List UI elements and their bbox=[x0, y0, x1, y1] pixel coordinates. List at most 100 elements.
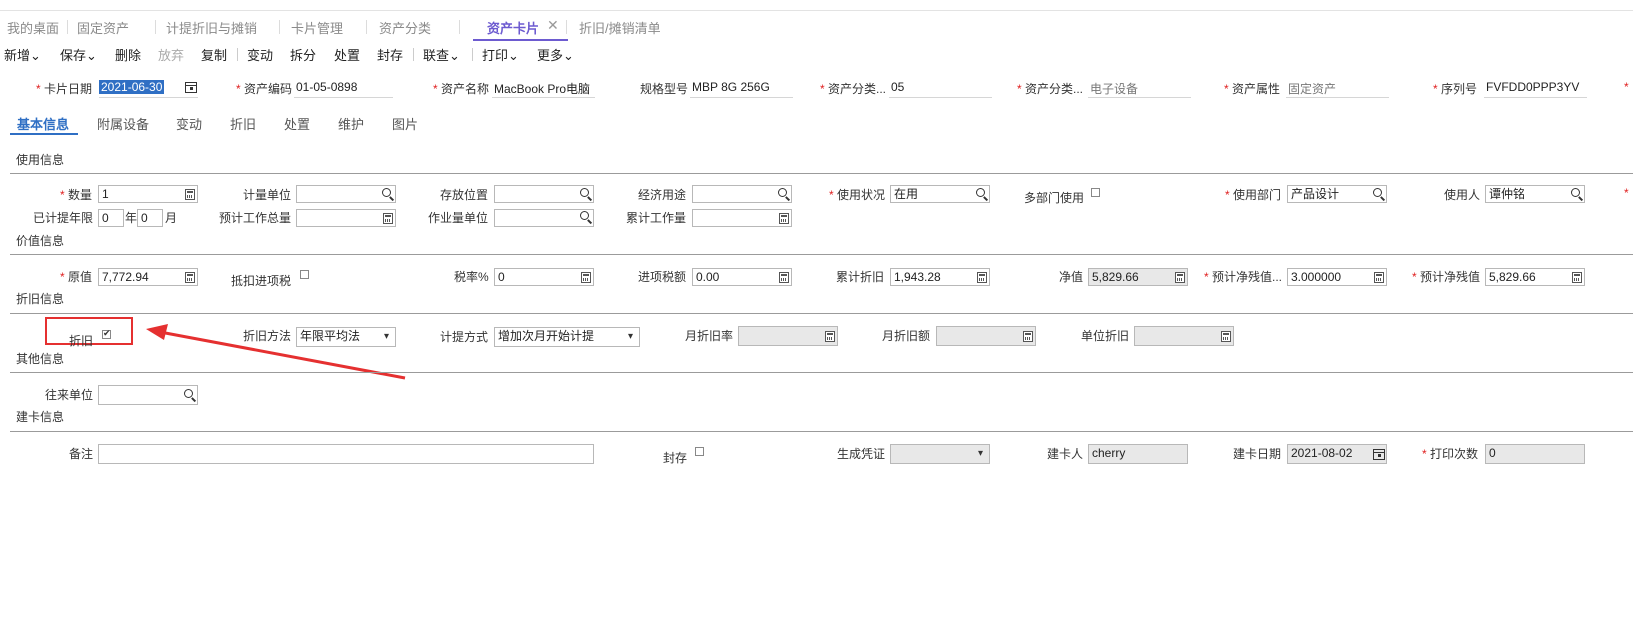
location-input[interactable] bbox=[494, 185, 594, 203]
section-divider bbox=[10, 313, 1633, 314]
search-icon[interactable] bbox=[580, 188, 589, 197]
search-icon[interactable] bbox=[976, 188, 985, 197]
search-icon[interactable] bbox=[184, 389, 193, 398]
change-button[interactable]: 变动 bbox=[247, 45, 273, 64]
close-icon[interactable]: ✕ bbox=[547, 17, 559, 34]
tab-card-mgmt[interactable]: 卡片管理 bbox=[291, 18, 343, 37]
subtab-depreciation[interactable]: 折旧 bbox=[230, 114, 256, 133]
deduct-tax-checkbox[interactable] bbox=[300, 270, 309, 279]
search-icon[interactable] bbox=[580, 211, 589, 220]
create-date-label: 建卡日期 bbox=[1233, 447, 1282, 461]
new-button[interactable]: 新增⌄ bbox=[4, 45, 41, 64]
residual-label: * 预计净残值 bbox=[1412, 270, 1481, 284]
asset-name-input[interactable]: MacBook Pro电脑 bbox=[494, 80, 590, 97]
section-title-create: 建卡信息 bbox=[16, 410, 65, 424]
tab-depreciation[interactable]: 计提折旧与摊销 bbox=[166, 18, 257, 37]
print-count-input: 0 bbox=[1485, 444, 1585, 464]
toolbar-separator bbox=[237, 48, 238, 61]
copy-button[interactable]: 复制 bbox=[201, 45, 227, 64]
calculator-icon[interactable] bbox=[779, 272, 789, 283]
calculator-icon[interactable] bbox=[383, 213, 393, 224]
calculator-icon[interactable] bbox=[779, 213, 789, 224]
orig-value-label: * 原值 bbox=[60, 270, 93, 284]
total-work-input[interactable] bbox=[296, 209, 396, 227]
accum-work-input[interactable] bbox=[692, 209, 792, 227]
seal-button[interactable]: 封存 bbox=[377, 45, 403, 64]
abandon-button[interactable]: 放弃 bbox=[158, 45, 184, 64]
work-unit-label: 作业量单位 bbox=[428, 211, 489, 225]
card-date-input[interactable]: 2021-06-30 bbox=[99, 80, 165, 94]
subtab-dispose[interactable]: 处置 bbox=[284, 114, 310, 133]
more-button[interactable]: 更多⌄ bbox=[537, 45, 574, 64]
user-input[interactable]: 谭仲铭 bbox=[1485, 185, 1585, 203]
purpose-input[interactable] bbox=[692, 185, 792, 203]
orig-value-input[interactable]: 7,772.94 bbox=[98, 268, 198, 286]
tab-asset-category[interactable]: 资产分类 bbox=[379, 18, 431, 37]
residual-rate-input[interactable]: 3.000000 bbox=[1287, 268, 1387, 286]
subtab-basic-info[interactable]: 基本信息 bbox=[17, 114, 69, 133]
note-input[interactable] bbox=[98, 444, 594, 464]
calculator-icon[interactable] bbox=[185, 189, 195, 200]
dispose-button[interactable]: 处置 bbox=[334, 45, 360, 64]
accum-depr-label: 累计折旧 bbox=[836, 270, 885, 284]
search-icon[interactable] bbox=[778, 188, 787, 197]
depr-mode-select[interactable]: 增加次月开始计提 bbox=[494, 327, 640, 347]
subtab-maintain[interactable]: 维护 bbox=[338, 114, 364, 133]
chevron-down-icon: ▾ bbox=[628, 331, 634, 342]
field-underline bbox=[1088, 97, 1191, 98]
calculator-icon[interactable] bbox=[1572, 272, 1582, 283]
partner-input[interactable] bbox=[98, 385, 198, 405]
chevron-down-icon: ⌄ bbox=[563, 48, 574, 63]
chevron-down-icon: ⌄ bbox=[449, 48, 460, 63]
subtab-images[interactable]: 图片 bbox=[392, 114, 418, 133]
accum-depr-input[interactable]: 1,943.28 bbox=[890, 268, 990, 286]
accum-work-label: 累计工作量 bbox=[626, 211, 687, 225]
multi-dept-checkbox[interactable] bbox=[1091, 188, 1100, 197]
dept-input[interactable]: 产品设计 bbox=[1287, 185, 1387, 203]
search-icon[interactable] bbox=[1571, 188, 1580, 197]
residual-input[interactable]: 5,829.66 bbox=[1485, 268, 1585, 286]
status-input[interactable]: 在用 bbox=[890, 185, 990, 203]
asset-code-input[interactable]: 01-05-0898 bbox=[296, 80, 357, 94]
qty-input[interactable]: 1 bbox=[98, 185, 198, 203]
voucher-select[interactable] bbox=[890, 444, 990, 464]
depr-checkbox[interactable] bbox=[102, 328, 111, 339]
asset-attr-input[interactable]: 固定资产 bbox=[1288, 80, 1336, 97]
tab-desktop[interactable]: 我的桌面 bbox=[7, 18, 59, 37]
unit-input[interactable] bbox=[296, 185, 396, 203]
calculator-icon[interactable] bbox=[977, 272, 987, 283]
months-input[interactable]: 0 bbox=[137, 209, 163, 227]
search-icon[interactable] bbox=[382, 188, 391, 197]
query-button[interactable]: 联查⌄ bbox=[423, 45, 460, 64]
tax-rate-input[interactable]: 0 bbox=[494, 268, 594, 286]
spec-input[interactable]: MBP 8G 256G bbox=[692, 80, 770, 94]
print-button[interactable]: 打印⌄ bbox=[482, 45, 519, 64]
calculator-icon[interactable] bbox=[581, 272, 591, 283]
tab-asset-card[interactable]: 资产卡片 bbox=[487, 18, 539, 37]
net-value-label: 净值 bbox=[1059, 270, 1084, 284]
calculator-icon[interactable] bbox=[1374, 272, 1384, 283]
required-marker: * bbox=[1624, 80, 1629, 94]
work-unit-input[interactable] bbox=[494, 209, 594, 227]
search-icon[interactable] bbox=[1373, 188, 1382, 197]
asset-attr-label: * 资产属性 bbox=[1224, 82, 1281, 96]
category-code-input[interactable]: 05 bbox=[891, 80, 904, 94]
split-button[interactable]: 拆分 bbox=[290, 45, 316, 64]
tab-depr-list[interactable]: 折旧/摊销清单 bbox=[579, 18, 661, 37]
save-button[interactable]: 保存⌄ bbox=[60, 45, 97, 64]
input-tax-label: 进项税额 bbox=[638, 270, 687, 284]
subtab-attached-devices[interactable]: 附属设备 bbox=[97, 114, 149, 133]
input-tax-input[interactable]: 0.00 bbox=[692, 268, 792, 286]
tab-fixed-assets[interactable]: 固定资产 bbox=[77, 18, 129, 37]
category-name-input[interactable]: 电子设备 bbox=[1090, 80, 1138, 97]
seal-checkbox[interactable] bbox=[695, 447, 704, 456]
delete-button[interactable]: 删除 bbox=[115, 45, 141, 64]
calendar-icon[interactable] bbox=[185, 82, 197, 93]
calculator-icon[interactable] bbox=[185, 272, 195, 283]
years-input[interactable]: 0 bbox=[98, 209, 124, 227]
depr-method-select[interactable]: 年限平均法 bbox=[296, 327, 396, 347]
chevron-down-icon: ⌄ bbox=[508, 48, 519, 63]
serial-input[interactable]: FVFDD0PPP3YV bbox=[1486, 80, 1579, 94]
asset-name-label: * 资产名称 bbox=[433, 82, 490, 96]
subtab-change[interactable]: 变动 bbox=[176, 114, 202, 133]
